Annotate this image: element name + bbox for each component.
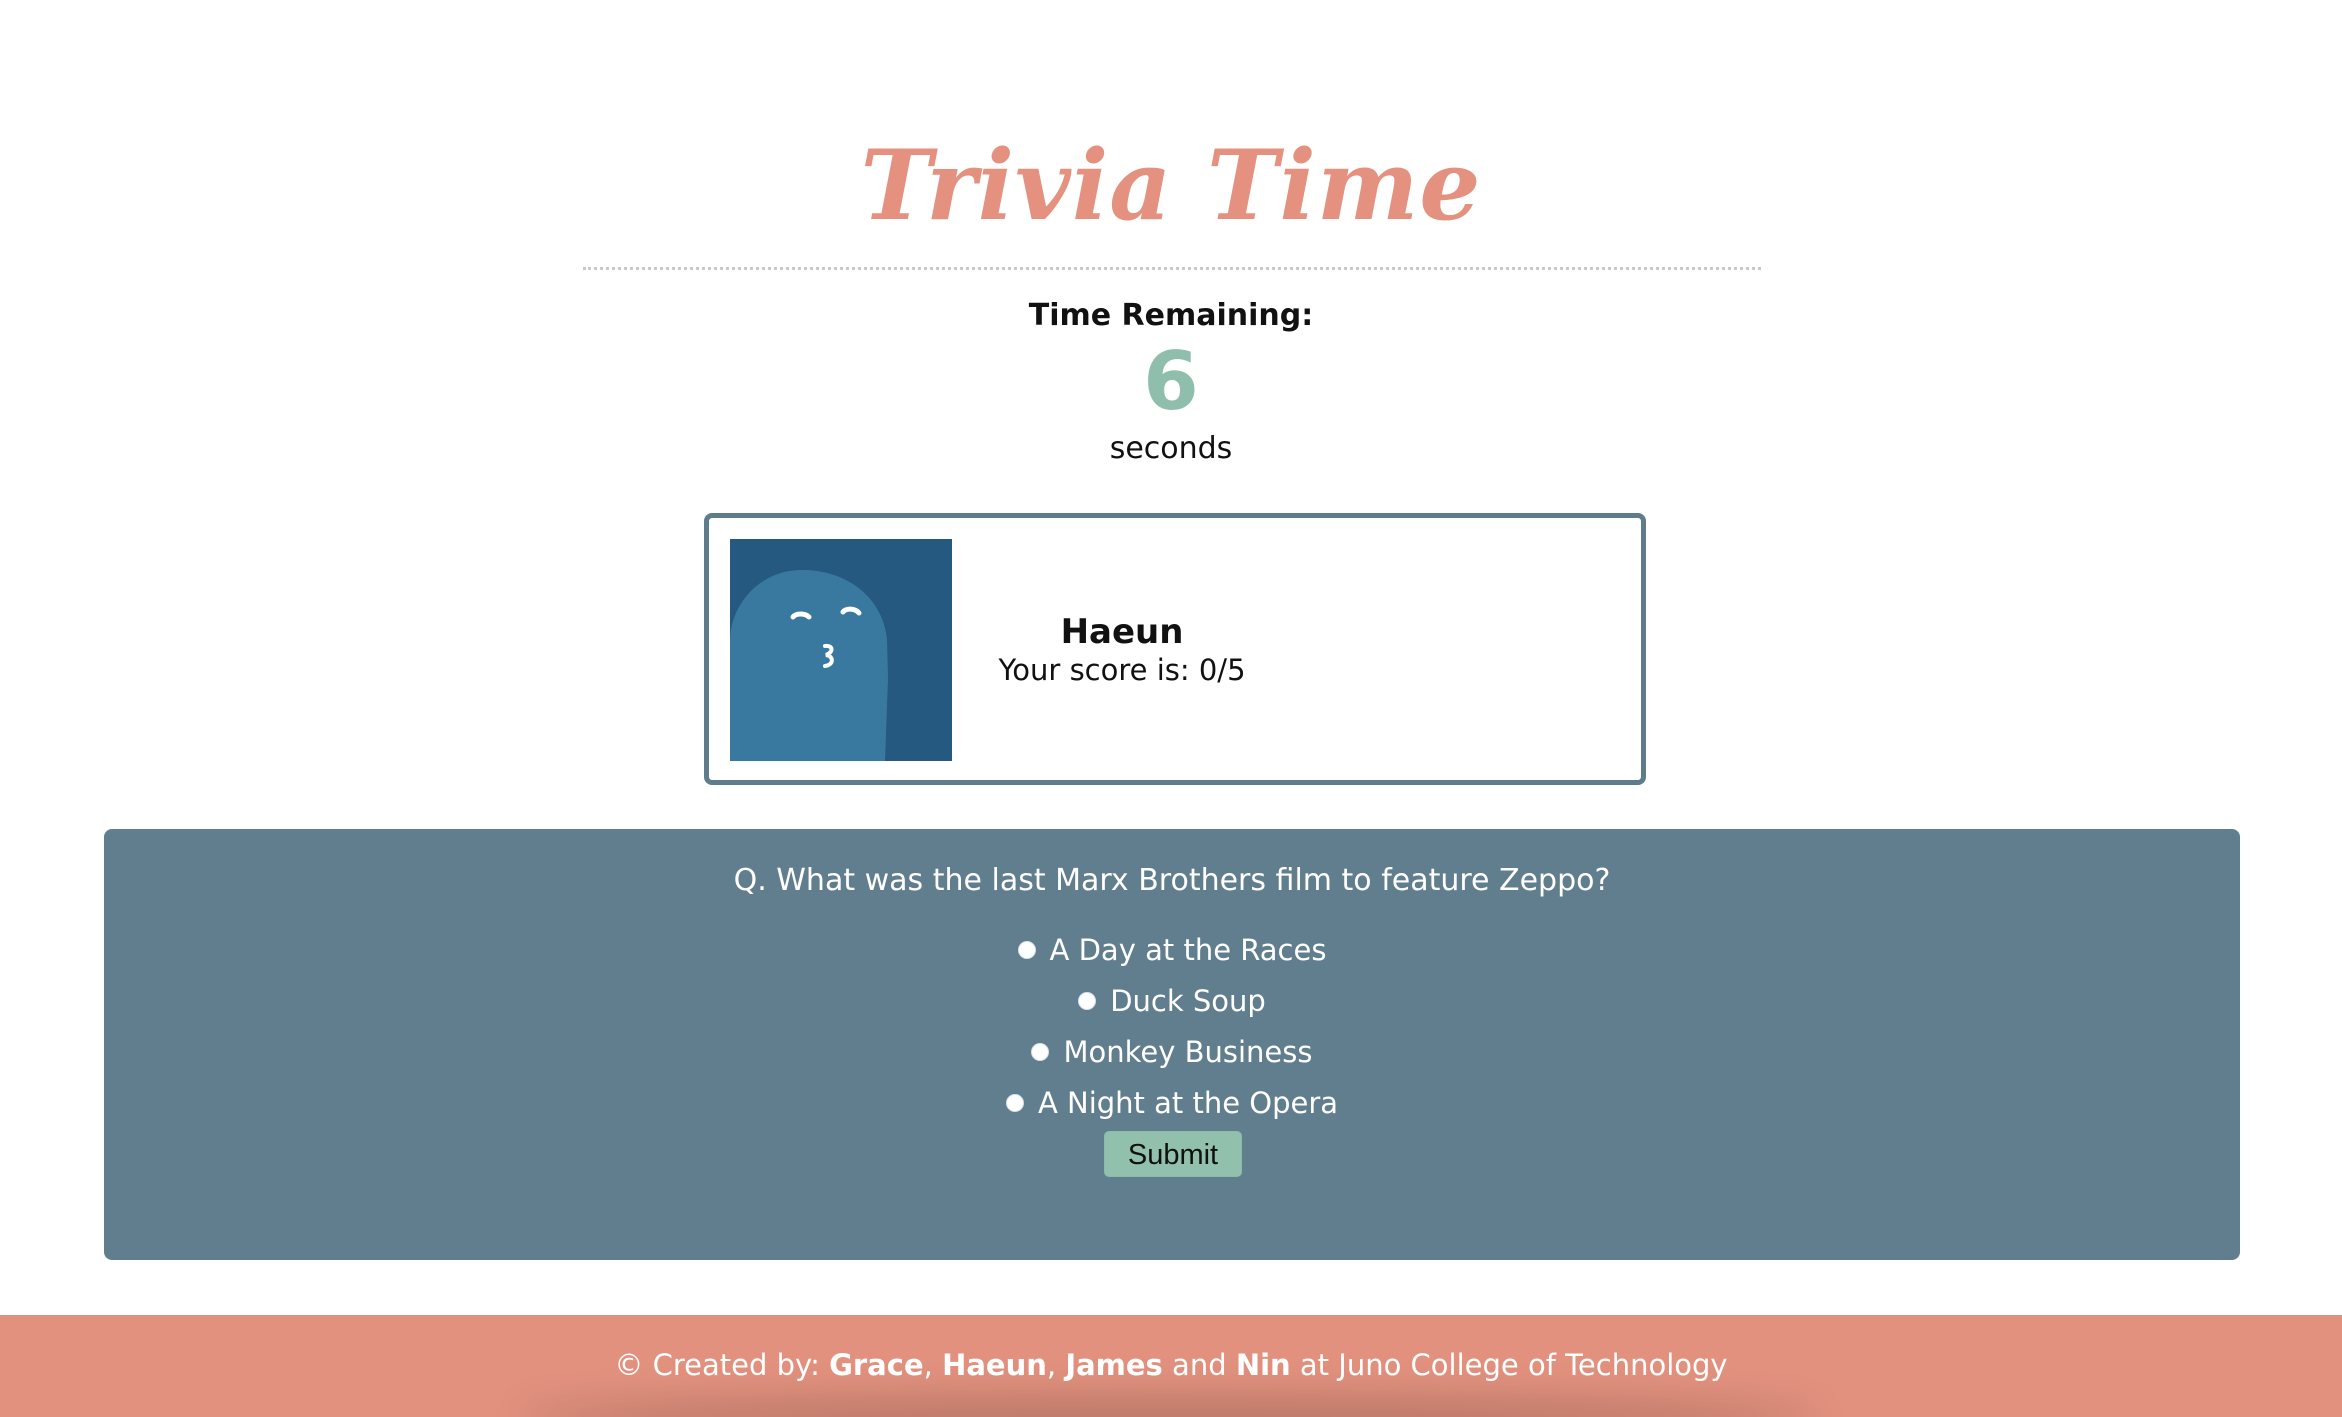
timer-label: Time Remaining:	[1028, 298, 1314, 333]
timer-value: 6	[1143, 335, 1199, 428]
creator-name: Grace	[829, 1348, 924, 1382]
site-footer: © Created by: Grace, Haeun, James and Ni…	[0, 1315, 2342, 1417]
radio-icon[interactable]	[1031, 1042, 1050, 1061]
answer-option[interactable]: Duck Soup	[104, 975, 2240, 1026]
ghost-avatar-icon	[730, 539, 952, 761]
player-card: Haeun Your score is: 0/5	[704, 513, 1646, 785]
answer-label: A Night at the Opera	[1037, 1085, 1339, 1120]
question-panel: Q. What was the last Marx Brothers film …	[104, 829, 2240, 1260]
answer-label: Duck Soup	[1110, 983, 1266, 1018]
answer-option[interactable]: A Night at the Opera	[104, 1077, 2240, 1128]
answer-option[interactable]: Monkey Business	[104, 1026, 2240, 1077]
footer-suffix: at Juno College of Technology	[1290, 1348, 1728, 1382]
player-score: Your score is: 0/5	[998, 653, 1246, 687]
footer-credit: © Created by: Grace, Haeun, James and Ni…	[0, 1345, 2342, 1385]
ghost-avatar-icon-svg	[730, 539, 952, 761]
footer-separator: ,	[923, 1348, 943, 1382]
radio-icon[interactable]	[1017, 940, 1036, 959]
footer-shadow	[520, 1397, 1820, 1417]
radio-icon[interactable]	[1078, 991, 1097, 1010]
question-text: Q. What was the last Marx Brothers film …	[733, 863, 1611, 898]
creator-name: Haeun	[942, 1348, 1047, 1382]
creator-name: James	[1065, 1348, 1163, 1382]
answer-option[interactable]: A Day at the Races	[104, 924, 2240, 975]
answer-list: A Day at the Races Duck Soup Monkey Busi…	[104, 924, 2240, 1128]
page-title: Trivia Time	[860, 129, 1482, 243]
answer-label: A Day at the Races	[1049, 932, 1327, 967]
player-name: Haeun	[1060, 612, 1184, 652]
footer-prefix: © Created by:	[614, 1348, 830, 1382]
footer-separator: ,	[1046, 1348, 1066, 1382]
answer-label: Monkey Business	[1063, 1034, 1313, 1069]
submit-button[interactable]: Submit	[1104, 1131, 1242, 1177]
dotted-divider	[583, 267, 1761, 270]
footer-connector: and	[1162, 1348, 1236, 1382]
radio-icon[interactable]	[1005, 1093, 1024, 1112]
timer-unit: seconds	[1109, 431, 1233, 466]
creator-name: Nin	[1235, 1348, 1291, 1382]
